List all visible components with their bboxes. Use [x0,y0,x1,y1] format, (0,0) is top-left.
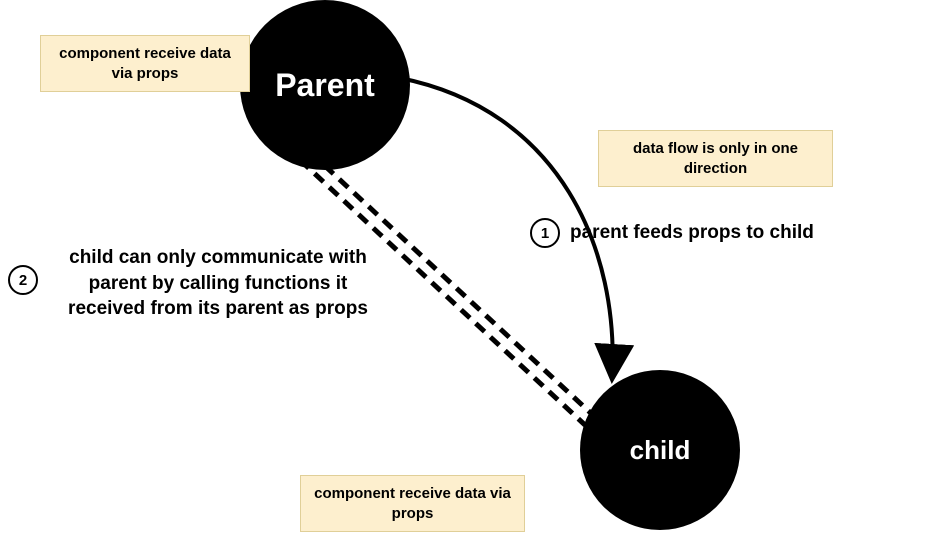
step-2: 2 child can only communicate with parent… [8,245,388,322]
step-1-number: 1 [530,218,560,248]
note-data-flow-text: data flow is only in one direction [633,140,798,177]
step-1: 1 parent feeds props to child [530,218,814,248]
note-child-props: component receive data via props [300,475,525,532]
node-parent: Parent [240,0,410,170]
note-parent-props-text: component receive data via props [59,45,231,82]
node-child-label: child [630,435,691,466]
step-2-text: child can only communicate with parent b… [48,245,388,322]
step-1-text: parent feeds props to child [570,222,814,244]
note-child-props-text: component receive data via props [314,485,511,522]
step-2-number: 2 [8,265,38,295]
node-parent-label: Parent [275,67,375,104]
note-parent-props: component receive data via props [40,35,250,92]
node-child: child [580,370,740,530]
note-data-flow: data flow is only in one direction [598,130,833,187]
